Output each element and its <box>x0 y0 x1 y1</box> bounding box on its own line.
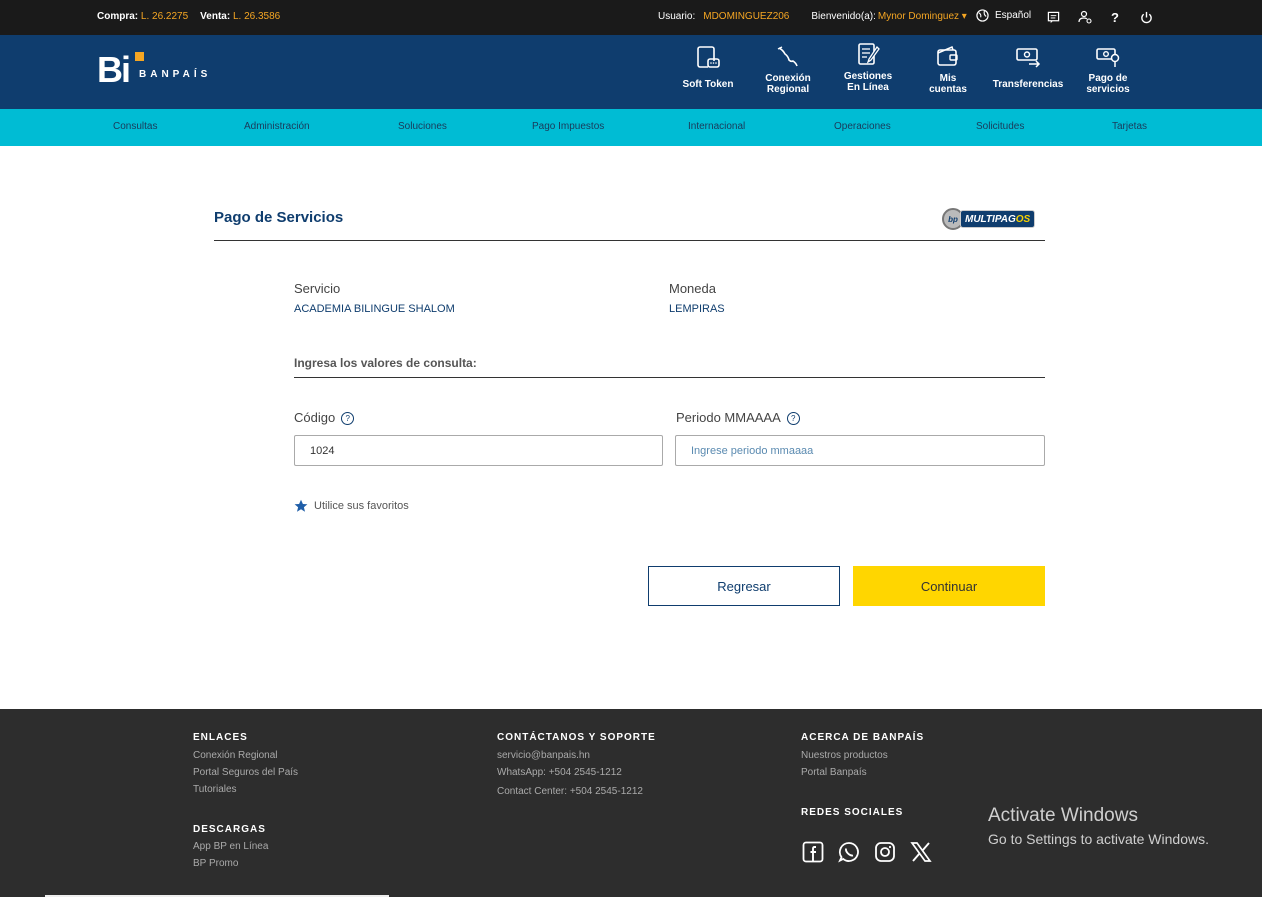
bill-pay-icon <box>1096 48 1120 67</box>
regresar-button[interactable]: Regresar <box>648 566 840 606</box>
menu-administracion[interactable]: Administración <box>244 121 310 132</box>
nav-mis-cuentas[interactable]: Mis cuentas <box>913 45 983 95</box>
codigo-label: Código? <box>294 410 355 426</box>
x-icon[interactable] <box>909 840 933 864</box>
star-icon <box>294 499 308 512</box>
instagram-icon[interactable] <box>873 840 897 864</box>
footer-link-portal-seguros[interactable]: Portal Seguros del País <box>193 767 298 778</box>
page-title: Pago de Servicios <box>214 209 344 226</box>
windows-activation-watermark: Activate Windows Go to Settings to activ… <box>988 805 1209 847</box>
footer-contacto-title: CONTÁCTANOS Y SOPORTE <box>497 732 656 743</box>
user-menu-dropdown[interactable]: Mynor Dominguez ▾ <box>878 11 967 22</box>
periodo-label: Periodo MMAAAA? <box>676 410 800 426</box>
menu-operaciones[interactable]: Operaciones <box>834 121 891 132</box>
footer-link-bp-promo[interactable]: BP Promo <box>193 858 238 869</box>
banpais-logo[interactable]: Bi BANPAÍS <box>97 52 211 88</box>
continuar-button[interactable]: Continuar <box>853 566 1045 606</box>
nav-conexion-regional[interactable]: Conexión Regional <box>753 45 823 95</box>
bienvenido-label: Bienvenido(a): <box>811 11 876 22</box>
main-header: Bi BANPAÍS Soft Token Conexión Regional … <box>0 35 1262 109</box>
multipagos-logo: bp MULTI PAG OS <box>942 208 1042 230</box>
section-title: Ingresa los valores de consulta: <box>294 356 477 370</box>
map-icon <box>777 46 798 67</box>
user-info: Usuario: MDOMINGUEZ206 Bienvenido(a): My… <box>658 11 989 22</box>
help-icon[interactable]: ? <box>1107 9 1123 25</box>
menu-internacional[interactable]: Internacional <box>688 121 745 132</box>
wallet-icon <box>937 45 958 66</box>
footer-contact-email[interactable]: servicio@banpais.hn <box>497 750 590 761</box>
document-edit-icon <box>858 43 880 65</box>
codigo-input[interactable] <box>294 435 663 466</box>
menu-soluciones[interactable]: Soluciones <box>398 121 447 132</box>
menu-tarjetas[interactable]: Tarjetas <box>1112 121 1147 132</box>
footer-enlaces-title: ENLACES <box>193 732 248 743</box>
phone-token-icon <box>697 46 720 68</box>
menu-consultas[interactable]: Consultas <box>113 121 157 132</box>
moneda-value: LEMPIRAS <box>669 303 725 315</box>
power-icon[interactable] <box>1138 9 1154 25</box>
facebook-icon[interactable] <box>801 840 825 864</box>
compra-rate: Compra: L. 26.2275 <box>97 11 189 22</box>
menu-solicitudes[interactable]: Solicitudes <box>976 121 1024 132</box>
exchange-rates: Compra: L. 26.2275 Venta: L. 26.3586 <box>97 11 280 22</box>
footer-descargas-title: DESCARGAS <box>193 824 266 835</box>
footer-link-tutoriales[interactable]: Tutoriales <box>193 784 237 795</box>
language-label: Español <box>995 10 1032 21</box>
servicio-label: Servicio <box>294 281 341 296</box>
nav-gestiones-en-linea[interactable]: Gestiones En Línea <box>833 43 903 93</box>
whatsapp-icon[interactable] <box>837 840 861 864</box>
menu-pago-impuestos[interactable]: Pago Impuestos <box>532 121 604 132</box>
footer-link-app-bp[interactable]: App BP en Línea <box>193 841 268 852</box>
periodo-input[interactable] <box>675 435 1045 466</box>
main-menu: Consultas Administración Soluciones Pago… <box>0 109 1262 146</box>
messages-icon[interactable] <box>1045 9 1061 25</box>
section-divider <box>294 377 1045 378</box>
codigo-help-icon[interactable]: ? <box>341 412 355 426</box>
footer-contact-center[interactable]: Contact Center: +504 2545-1212 <box>497 786 643 797</box>
servicio-value: ACADEMIA BILINGUE SHALOM <box>294 303 455 315</box>
moneda-label: Moneda <box>669 281 716 296</box>
usuario-label: Usuario: <box>658 11 696 22</box>
venta-rate: Venta: L. 26.3586 <box>200 11 281 22</box>
globe-icon <box>976 9 989 22</box>
money-transfer-icon <box>1016 48 1041 68</box>
nav-transferencias[interactable]: Transferencias <box>993 45 1063 90</box>
periodo-help-icon[interactable]: ? <box>786 412 800 426</box>
usuario-value: MDOMINGUEZ206 <box>703 11 790 22</box>
favoritos-link[interactable]: Utilice sus favoritos <box>294 499 409 513</box>
nav-soft-token[interactable]: Soft Token <box>673 45 743 90</box>
footer-contact-whatsapp[interactable]: WhatsApp: +504 2545-1212 <box>497 767 622 778</box>
footer-link-productos[interactable]: Nuestros productos <box>801 750 888 761</box>
title-divider <box>214 240 1045 241</box>
footer: ENLACES Conexión Regional Portal Seguros… <box>0 709 1262 897</box>
footer-acerca-title: ACERCA DE BANPAÍS <box>801 732 925 743</box>
user-settings-icon[interactable] <box>1077 9 1093 25</box>
footer-link-portal-banpais[interactable]: Portal Banpaís <box>801 767 867 778</box>
nav-pago-de-servicios[interactable]: Pago de servicios <box>1073 45 1143 95</box>
footer-redes-title: REDES SOCIALES <box>801 807 904 818</box>
top-bar: Compra: L. 26.2275 Venta: L. 26.3586 Usu… <box>0 0 1262 35</box>
language-selector[interactable]: Español <box>976 9 1031 22</box>
footer-link-conexion-regional[interactable]: Conexión Regional <box>193 750 278 761</box>
